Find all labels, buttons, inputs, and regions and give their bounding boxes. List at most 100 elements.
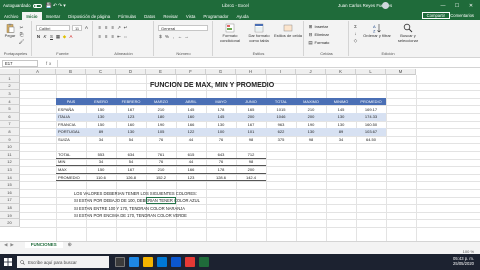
row-header[interactable]: 12	[0, 158, 20, 167]
row-header[interactable]: 6	[0, 113, 20, 121]
summary-cell[interactable]: 98	[236, 159, 266, 167]
table-cell[interactable]: 145	[176, 105, 206, 113]
tab-archivo[interactable]: Archivo	[0, 12, 22, 20]
merge-icon[interactable]: ⇔	[123, 34, 128, 39]
table-cell[interactable]: 105	[146, 128, 176, 136]
table-cell[interactable]: 130	[326, 113, 356, 121]
spreadsheet-grid[interactable]: A B C D E F G H I J K L M 1 2 3 4 5 6 7 8 9 10 11 12 13 14 15 16 17 18…	[0, 69, 480, 241]
fx-icon[interactable]: fx	[46, 61, 53, 66]
align-center-icon[interactable]: ≡	[104, 34, 109, 39]
column-header[interactable]: L	[356, 69, 386, 75]
quick-access-icons[interactable]: 💾↶↷▾	[46, 3, 67, 9]
name-box[interactable]: E17	[2, 59, 38, 67]
table-cell[interactable]: ESPAÑA	[56, 105, 86, 113]
indent-icon[interactable]: ⇤	[117, 34, 122, 39]
insert-cells-button[interactable]: ⊞ Insertar	[308, 24, 328, 30]
orientation-icon[interactable]: ↗	[117, 25, 122, 30]
table-cell[interactable]: 76	[206, 136, 236, 144]
table-cell[interactable]: 169.17	[356, 105, 386, 113]
table-cell[interactable]: 122	[176, 128, 206, 136]
table-cell[interactable]: 130	[296, 128, 326, 136]
autosum-icon[interactable]: Σ	[353, 24, 358, 29]
table-cell[interactable]: 150	[86, 121, 116, 129]
table-cell[interactable]: 101	[236, 128, 266, 136]
borders-icon[interactable]: ▦	[56, 34, 61, 39]
column-header[interactable]: J	[296, 69, 326, 75]
table-cell[interactable]: 1015	[266, 105, 296, 113]
maximize-button[interactable]: ☐	[450, 0, 464, 11]
comments-button[interactable]: Comentarios	[447, 12, 477, 19]
start-button[interactable]	[0, 254, 16, 270]
table-cell[interactable]: 178	[206, 105, 236, 113]
summary-cell[interactable]: 34	[86, 159, 116, 167]
summary-cell[interactable]: PROMEDIO	[56, 174, 86, 182]
currency-icon[interactable]: $	[158, 34, 163, 39]
table-cell[interactable]: 130	[116, 128, 146, 136]
summary-cell[interactable]: 123	[176, 174, 206, 182]
table-cell[interactable]: 165	[236, 105, 266, 113]
grow-font-icon[interactable]: A	[84, 25, 89, 30]
row-header[interactable]: 15	[0, 181, 20, 189]
table-cell[interactable]: 54	[116, 136, 146, 144]
summary-cell[interactable]: 178	[206, 166, 236, 174]
store-icon[interactable]	[157, 257, 167, 267]
table-cell[interactable]: 34	[326, 136, 356, 144]
row-header[interactable]: 4	[0, 97, 20, 106]
fill-color-icon[interactable]: ◆	[62, 34, 67, 39]
column-header[interactable]: G	[206, 69, 236, 75]
summary-cell[interactable]: 761	[146, 151, 176, 159]
column-header[interactable]: I	[266, 69, 296, 75]
tab-inicio[interactable]: Inicio	[22, 12, 42, 20]
summary-cell[interactable]: 210	[146, 166, 176, 174]
table-cell[interactable]: 123	[116, 113, 146, 121]
column-header[interactable]: F	[176, 69, 206, 75]
summary-cell[interactable]: 76	[206, 159, 236, 167]
fill-icon[interactable]: ↓	[353, 31, 358, 36]
table-cell[interactable]: 160	[116, 121, 146, 129]
excel-icon[interactable]	[199, 257, 209, 267]
conditional-format-button[interactable]: Formato condicional	[216, 23, 244, 43]
minimize-button[interactable]: —	[436, 0, 450, 11]
table-cell[interactable]: 180	[146, 113, 176, 121]
underline-icon[interactable]: S	[49, 34, 54, 39]
table-cell[interactable]: FRANCIA	[56, 121, 86, 129]
number-format-dropdown[interactable]: General	[158, 25, 208, 31]
table-cell[interactable]: 167	[236, 121, 266, 129]
table-cell[interactable]: 145	[206, 113, 236, 121]
tab-programador[interactable]: Programador	[199, 12, 232, 20]
table-cell[interactable]: 64.50	[356, 136, 386, 144]
summary-cell[interactable]: 634	[116, 151, 146, 159]
row-header[interactable]: 5	[0, 105, 20, 113]
tab-datos[interactable]: Datos	[140, 12, 159, 20]
align-left-icon[interactable]: ≡	[97, 34, 102, 39]
close-button[interactable]: ✕	[464, 0, 478, 11]
column-header[interactable]: E	[146, 69, 176, 75]
app-icon[interactable]	[185, 257, 195, 267]
align-middle-icon[interactable]: ≡	[104, 25, 109, 30]
summary-cell[interactable]: 54	[116, 159, 146, 167]
row-header[interactable]: 9	[0, 135, 20, 144]
copy-icon[interactable]: ⎘	[19, 32, 24, 37]
avatar[interactable]	[382, 2, 389, 9]
tab-ayuda[interactable]: Ayuda	[232, 12, 252, 20]
summary-cell[interactable]: 712	[236, 151, 266, 159]
font-name-dropdown[interactable]: Calibri	[36, 25, 70, 31]
row-header[interactable]: 13	[0, 166, 20, 174]
font-color-icon[interactable]: A	[69, 34, 74, 39]
summary-cell[interactable]: 167	[116, 166, 146, 174]
clear-icon[interactable]: ◇	[353, 38, 358, 43]
row-header[interactable]: 10	[0, 143, 20, 151]
tab-revisar[interactable]: Revisar	[159, 12, 182, 20]
column-header[interactable]: C	[86, 69, 116, 75]
table-cell[interactable]: 145	[326, 105, 356, 113]
font-size-dropdown[interactable]: 11	[72, 25, 82, 31]
table-cell[interactable]: 174.33	[356, 113, 386, 121]
increase-decimal-icon[interactable]: ←	[178, 34, 183, 39]
delete-cells-button[interactable]: ⊟ Eliminar	[308, 32, 329, 38]
comma-icon[interactable]: ,	[171, 34, 176, 39]
row-header[interactable]: 7	[0, 120, 20, 129]
table-cell[interactable]: 130	[206, 121, 236, 129]
table-cell[interactable]: 89	[326, 128, 356, 136]
summary-cell[interactable]: 166	[176, 166, 206, 174]
table-cell[interactable]: 167	[116, 105, 146, 113]
